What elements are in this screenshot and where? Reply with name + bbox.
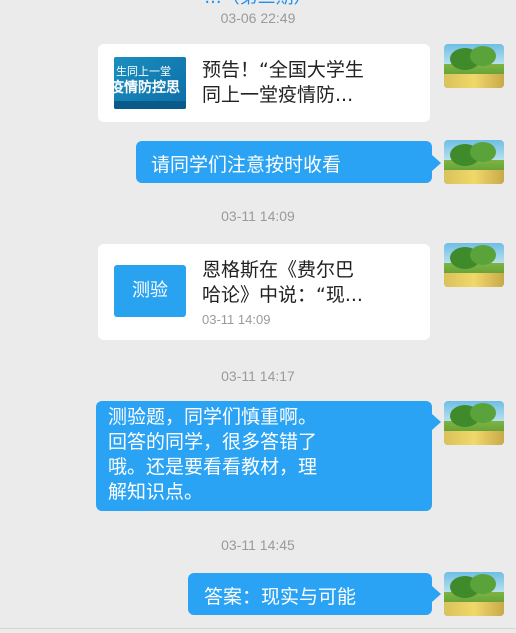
- quiz-card-message[interactable]: 测验 恩格斯在《费尔巴 哈论》中说：“现... 03-11 14:09: [98, 244, 430, 340]
- quiz-card-time: 03-11 14:09: [202, 312, 271, 327]
- bubble-tail: [432, 586, 441, 602]
- message-text: 请同学们注意按时收看: [151, 154, 342, 176]
- link-card-message[interactable]: 生同上一堂 疫情防控思 预告！“全国大学生 同上一堂疫情防...: [98, 44, 430, 122]
- text-message-bubble[interactable]: 请同学们注意按时收看: [136, 141, 432, 183]
- text-message-bubble[interactable]: 答案：现实与可能: [188, 573, 432, 615]
- message-text: 测验题，同学们慎重啊。: [108, 406, 318, 428]
- timestamp: 03-11 14:17: [221, 368, 295, 384]
- sender-avatar[interactable]: [444, 243, 504, 287]
- bubble-tail: [432, 414, 441, 430]
- chat-title-partial: ...（第三期）: [0, 0, 516, 8]
- quiz-card-title: 哈论》中说：“现...: [202, 284, 363, 306]
- sender-avatar[interactable]: [444, 401, 504, 445]
- thumbnail-text: 疫情防控思: [114, 80, 180, 96]
- timestamp: 03-11 14:45: [221, 537, 295, 553]
- timestamp: 03-06 22:49: [220, 10, 296, 26]
- timestamp: 03-11 14:09: [221, 208, 295, 224]
- link-card-title: 预告！“全国大学生: [202, 59, 364, 81]
- message-text: 哦。还是要看看教材，理: [108, 456, 318, 478]
- sender-avatar[interactable]: [444, 140, 504, 184]
- input-bar-divider: [0, 628, 516, 629]
- quiz-icon: 测验: [114, 265, 186, 317]
- text-message-bubble[interactable]: 测验题，同学们慎重啊。 回答的同学，很多答错了 哦。还是要看看教材，理 解知识点…: [96, 401, 432, 511]
- link-card-title: 同上一堂疫情防...: [202, 84, 354, 106]
- message-text: 回答的同学，很多答错了: [108, 431, 318, 453]
- sender-avatar[interactable]: [444, 44, 504, 88]
- message-text: 答案：现实与可能: [204, 586, 357, 608]
- link-card-thumbnail: 生同上一堂 疫情防控思: [114, 57, 186, 109]
- bubble-tail: [432, 155, 441, 171]
- message-text: 解知识点。: [108, 481, 204, 503]
- sender-avatar[interactable]: [444, 572, 504, 616]
- quiz-card-title: 恩格斯在《费尔巴: [202, 259, 355, 281]
